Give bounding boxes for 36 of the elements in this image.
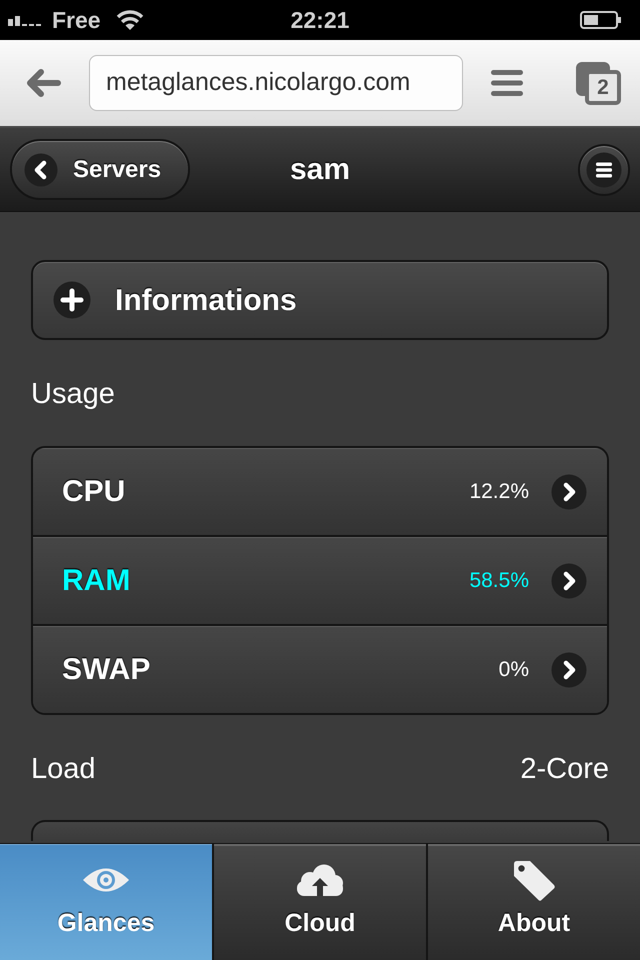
clock-time: 22:21 (290, 8, 350, 32)
battery-icon (580, 11, 622, 29)
metric-label: SWAP (62, 652, 152, 688)
tab[interactable]: Cloud (212, 844, 426, 960)
back-arrow-icon[interactable] (25, 68, 61, 98)
metric-value: 12.2% (469, 478, 529, 505)
signal-icon (8, 14, 44, 26)
wifi-icon (114, 9, 145, 31)
url-field[interactable]: metaglances.nicolargo.com (89, 55, 463, 111)
metric-label: CPU (62, 474, 126, 510)
tabs-button[interactable]: 2 (575, 61, 621, 105)
core-count: 2-Core (520, 753, 609, 785)
load-heading: Load (31, 753, 96, 785)
metric-value: 0% (498, 656, 529, 683)
cloud-upload-icon (296, 864, 344, 896)
tag-icon (512, 859, 556, 901)
usage-heading: Usage (31, 378, 116, 410)
menu-icon[interactable] (491, 70, 523, 96)
informations-toggle[interactable]: Informations (31, 260, 609, 340)
usage-row[interactable]: CPU 12.2% (33, 448, 607, 535)
page-title: sam (290, 154, 350, 184)
chevron-left-icon (24, 152, 58, 186)
carrier-name: Free (52, 8, 101, 32)
back-button[interactable]: Servers (10, 139, 190, 200)
usage-row[interactable]: SWAP 0% (33, 624, 607, 713)
usage-row[interactable]: RAM 58.5% (33, 535, 607, 624)
tab[interactable]: About (426, 844, 640, 960)
chevron-right-icon (551, 474, 587, 510)
metric-label: RAM (62, 563, 132, 599)
menu-icon (586, 152, 622, 188)
metric-value: 58.5% (469, 568, 529, 594)
menu-button[interactable] (578, 144, 630, 196)
chevron-right-icon (551, 652, 587, 688)
chevron-right-icon (551, 562, 587, 598)
tabs-icon (575, 61, 621, 105)
eye-icon (82, 867, 130, 893)
